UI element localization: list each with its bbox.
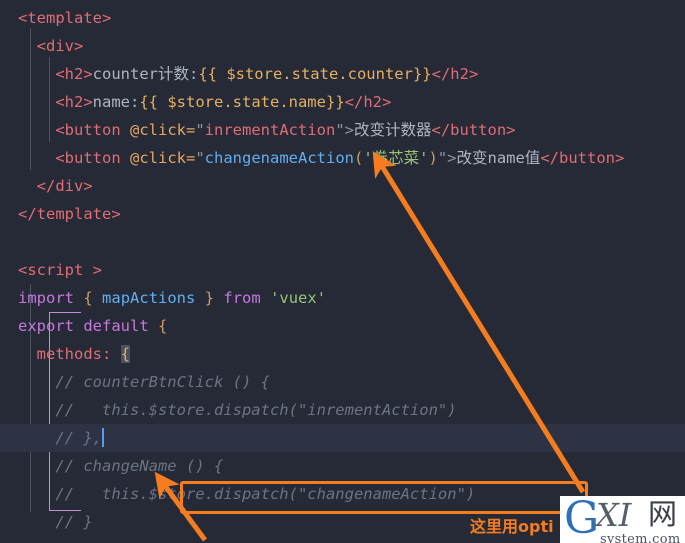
- token-brace-open-import: {: [83, 289, 93, 307]
- code-line-2: <div>: [0, 32, 685, 60]
- token-name-label: name:: [92, 93, 140, 111]
- token-template-close: </template>: [18, 205, 121, 223]
- comment-close: // }: [55, 513, 93, 531]
- code-line-13: methods: {: [0, 340, 685, 368]
- code-line-6: <button @click="changenameAction('卷芯菜')"…: [55, 149, 625, 167]
- watermark-letter-g: G: [564, 496, 600, 543]
- token-brace-open-export: {: [158, 317, 168, 335]
- comment-dispatch-increment: // this.$store.dispatch("inrementAction"…: [55, 401, 457, 419]
- watermark: G XI 网 system.com: [560, 496, 685, 543]
- token-h2-close-1: </h2>: [431, 65, 479, 83]
- code-line-17: // changeName () {: [0, 452, 685, 480]
- token-kw-default: default: [83, 317, 149, 335]
- code-line-16-current: // },: [0, 424, 685, 453]
- token-button-open-1: <button: [55, 121, 121, 139]
- code-line-5: <button @click="inrementAction">改变计数器</b…: [55, 121, 516, 139]
- token-div-open: <div>: [36, 37, 84, 55]
- code-lines-container[interactable]: <template> <div> <h2>counter计数:{{ $store…: [0, 0, 685, 543]
- token-button-close-1: </button>: [431, 121, 516, 139]
- token-arg-string: '卷芯菜': [363, 149, 429, 167]
- code-line-11: import { mapActions } from 'vuex': [0, 284, 685, 312]
- code-line-3: <h2>counter计数:{{ $store.state.counter}}<…: [0, 60, 685, 88]
- token-h2-open-1: <h2>: [55, 65, 93, 83]
- token-kw-from: from: [223, 289, 261, 307]
- token-script-open: <script >: [18, 261, 102, 279]
- token-action-changename: changenameAction: [204, 149, 354, 167]
- token-module-vuex: 'vuex': [270, 289, 327, 307]
- token-kw-export: export: [18, 317, 74, 335]
- token-button-open-2: <button: [55, 149, 121, 167]
- token-brace-open-methods: {: [120, 345, 131, 363]
- token-h2-open-2: <h2>: [55, 93, 93, 111]
- comment-dispatch-changename: // this.$store.dispatch("changenameActio…: [55, 485, 476, 503]
- code-line-7: </div>: [0, 172, 685, 200]
- comment-close-comma: // },: [55, 429, 102, 447]
- annotation-note: 这里用opti: [470, 517, 554, 536]
- token-click-attr-2: @click=: [130, 149, 196, 167]
- token-mustache-close-1: }}: [412, 65, 432, 83]
- token-mustache-close-2: }}: [325, 93, 345, 111]
- token-h2-close-2: </h2>: [344, 93, 392, 111]
- token-mustache-open-1: {{: [198, 65, 217, 83]
- token-div-close: </div>: [36, 177, 93, 195]
- token-store-name: $store.state.name: [158, 93, 326, 111]
- code-line-14: // counterBtnClick () {: [0, 368, 685, 396]
- code-line-10: <script >: [0, 256, 685, 284]
- token-key-methods: methods:: [36, 345, 112, 363]
- code-line-4: <h2>name:{{ $store.state.name}}</h2>: [0, 88, 685, 116]
- token-brace-close-import: }: [204, 289, 215, 307]
- token-template-open: <template>: [18, 9, 112, 27]
- code-editor-screenshot: <template> <div> <h2>counter计数:{{ $store…: [0, 0, 685, 543]
- token-btn-label-name: 改变name值: [456, 149, 541, 167]
- code-line-9-blank: [0, 228, 685, 256]
- token-btn-label-counter: 改变计数器: [354, 121, 432, 139]
- text-caret: [102, 428, 104, 447]
- token-button-close-2: </button>: [540, 149, 625, 167]
- token-store-counter: $store.state.counter: [216, 65, 413, 83]
- token-mustache-open-2: {{: [139, 93, 158, 111]
- watermark-subtitle: system.com: [600, 532, 681, 543]
- code-line-15: // this.$store.dispatch("inrementAction"…: [0, 396, 685, 424]
- token-action-increment: inrementAction: [204, 121, 336, 139]
- comment-changename: // changeName () {: [55, 457, 224, 475]
- code-line-8: </template>: [0, 200, 685, 228]
- comment-counterbtnclick: // counterBtnClick () {: [55, 373, 270, 391]
- token-click-attr-1: @click=: [130, 121, 196, 139]
- token-counter-label: counter计数:: [92, 65, 199, 83]
- token-mapactions-import: mapActions: [102, 289, 196, 307]
- token-kw-import: import: [18, 289, 74, 307]
- code-line-12: export default {: [0, 312, 685, 340]
- code-line-1: <template>: [0, 4, 685, 32]
